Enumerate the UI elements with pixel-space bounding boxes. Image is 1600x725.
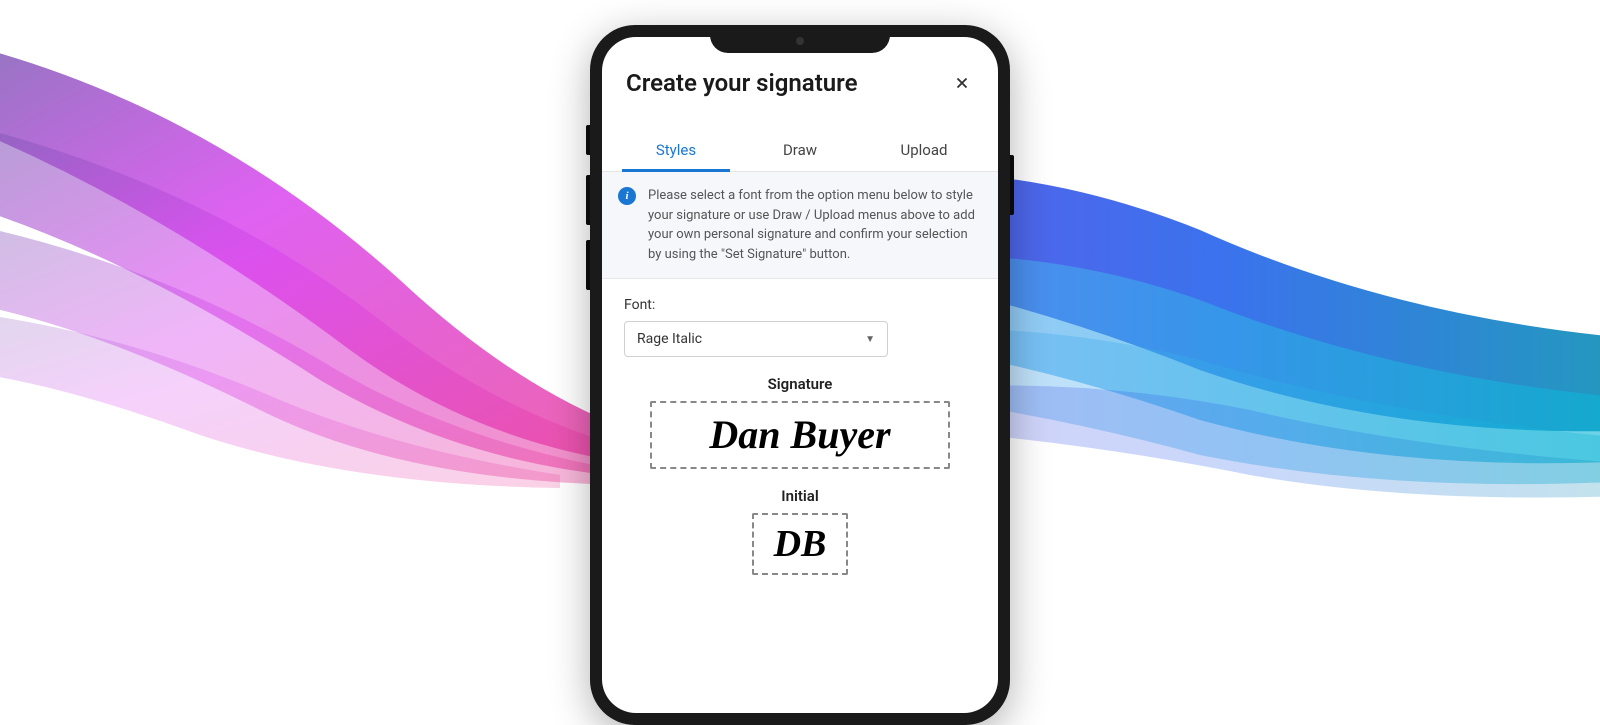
phone-screen: Create your signature Styles Draw Upload…: [602, 37, 998, 713]
info-icon: i: [618, 187, 636, 205]
initial-label: Initial: [624, 487, 976, 505]
phone-left-button: [586, 240, 590, 290]
tab-draw[interactable]: Draw: [738, 129, 862, 171]
phone-side-button: [1010, 155, 1014, 215]
tabs: Styles Draw Upload: [602, 129, 998, 172]
info-banner: i Please select a font from the option m…: [602, 172, 998, 279]
signature-preview-text: Dan Buyer: [676, 415, 924, 455]
signature-label: Signature: [624, 375, 976, 393]
phone-notch: [710, 25, 890, 53]
font-select[interactable]: Rage Italic ▼: [624, 321, 888, 357]
close-button[interactable]: [950, 71, 974, 95]
phone-left-button: [586, 175, 590, 225]
dialog-title: Create your signature: [626, 69, 857, 97]
initial-section: Initial DB: [624, 487, 976, 575]
close-icon: [953, 74, 971, 92]
font-label: Font:: [624, 297, 976, 313]
phone-mockup: Create your signature Styles Draw Upload…: [590, 25, 1010, 725]
font-selected-value: Rage Italic: [637, 331, 702, 347]
initial-preview-box[interactable]: DB: [752, 513, 849, 575]
signature-preview-box[interactable]: Dan Buyer: [650, 401, 950, 469]
content-area: Font: Rage Italic ▼ Signature Dan Buyer …: [602, 279, 998, 593]
initial-preview-text: DB: [774, 525, 827, 563]
signature-section: Signature Dan Buyer: [624, 375, 976, 469]
tab-upload[interactable]: Upload: [862, 129, 986, 171]
tab-styles[interactable]: Styles: [614, 129, 738, 171]
phone-left-button: [586, 125, 590, 155]
info-text: Please select a font from the option men…: [648, 186, 982, 264]
chevron-down-icon: ▼: [865, 334, 875, 345]
